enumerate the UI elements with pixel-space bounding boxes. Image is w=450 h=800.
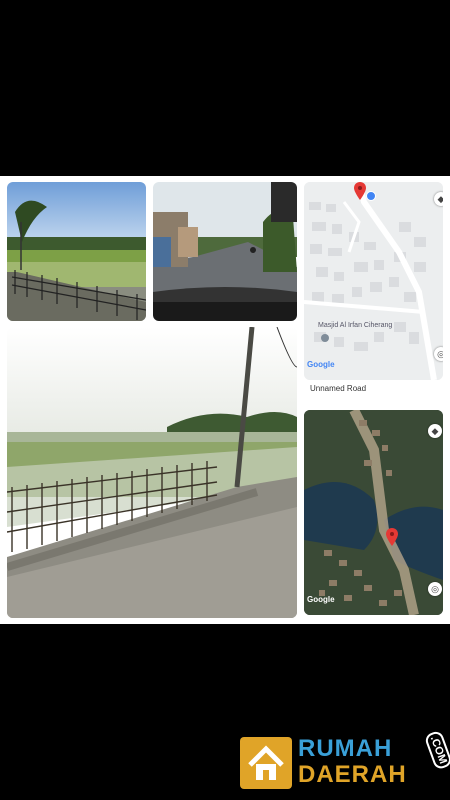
rumah-daerah-logo: RUMAH DAERAH .COM: [240, 729, 450, 795]
house-icon: [240, 737, 292, 789]
screen: { "map_top": { "label": "Masjid Al Irfan…: [0, 0, 450, 800]
logo-line2: DAERAH: [298, 761, 407, 788]
logo-suffix: .COM: [423, 729, 450, 771]
google-logo: Google: [307, 360, 335, 369]
street-map[interactable]: ◆ ◎ Masjid Al Irfan Ciherang Google: [304, 182, 443, 380]
place-label: Masjid Al Irfan Ciherang: [318, 322, 393, 329]
road-name: Unnamed Road: [310, 384, 367, 393]
my-location-icon[interactable]: ◎: [434, 347, 443, 361]
satellite-pin-icon: [386, 528, 398, 546]
map-pin-icon: [354, 182, 366, 200]
layers-icon[interactable]: ◆: [428, 424, 442, 438]
my-location-icon[interactable]: ◎: [428, 582, 442, 596]
location-dot-icon: [366, 191, 376, 201]
satellite-map[interactable]: ◆ ◎ Google: [304, 410, 443, 615]
street-photo: [153, 182, 297, 321]
google-logo: Google: [307, 595, 335, 604]
rice-field-photo: [7, 182, 146, 321]
layers-icon[interactable]: ◆: [434, 192, 443, 206]
logo-line1: RUMAH: [298, 735, 393, 762]
rice-field-large-photo: [7, 327, 297, 618]
